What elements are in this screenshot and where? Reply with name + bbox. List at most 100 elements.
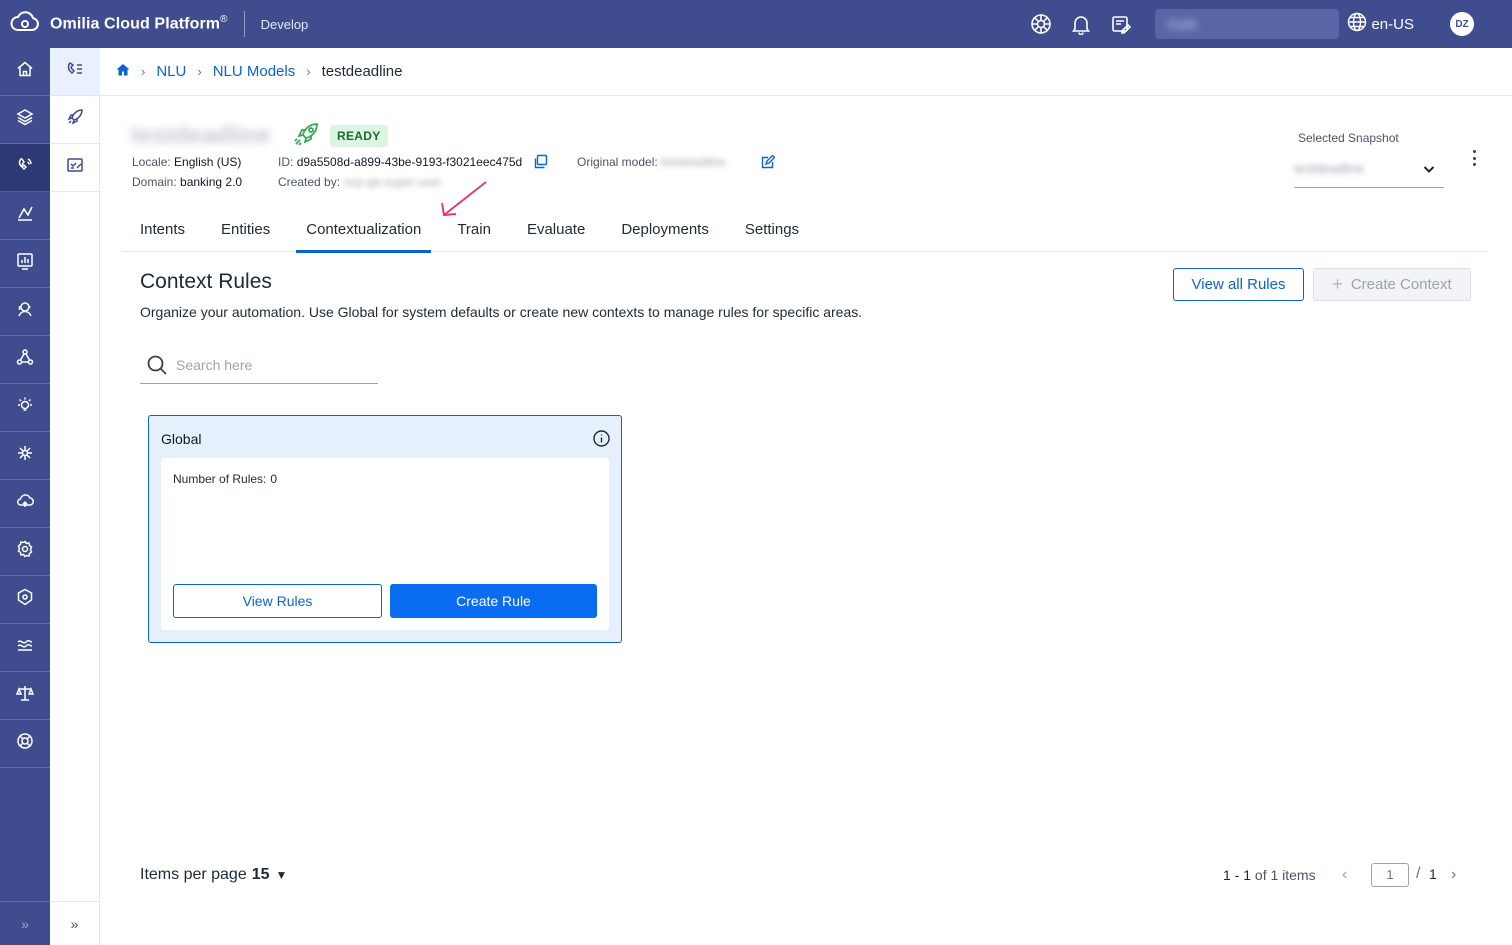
secondary-nav: »: [50, 48, 100, 945]
snapshot-select[interactable]: testdeadline: [1294, 150, 1444, 188]
tab-settings[interactable]: Settings: [727, 206, 817, 252]
nav-security[interactable]: [0, 576, 50, 624]
original-model-value: testdeadline: [661, 155, 726, 169]
home-icon[interactable]: [116, 63, 130, 81]
plus-icon: +: [1332, 274, 1343, 294]
model-title: testdeadline: [131, 122, 272, 149]
nav-ai[interactable]: [0, 432, 50, 480]
nav-home[interactable]: [0, 48, 50, 96]
more-options-icon[interactable]: [1466, 148, 1482, 168]
info-icon[interactable]: [593, 430, 610, 452]
page-separator: /: [1416, 865, 1421, 882]
search-icon: [147, 355, 167, 375]
model-id-info: ID: d9a5508d-a899-43be-9193-f3021eec475d: [278, 155, 523, 169]
bell-icon[interactable]: [1061, 0, 1101, 48]
created-by-info: Created by: ocp-qa-super-user: [278, 175, 442, 189]
security-icon: [16, 588, 34, 611]
original-model-info: Original model: testdeadline: [577, 155, 726, 169]
avatar[interactable]: DZ: [1450, 12, 1474, 36]
topbar-actions: Rafik en-US DZ: [1021, 0, 1512, 48]
settings-icon: [16, 540, 34, 563]
card-title: Global: [161, 431, 202, 447]
theme-icon[interactable]: [1021, 0, 1061, 48]
tab-entities[interactable]: Entities: [203, 206, 288, 252]
caret-down-icon: ▼: [275, 868, 288, 882]
agent-icon: [16, 300, 34, 323]
chevron-left-icon[interactable]: ‹: [1342, 866, 1347, 884]
layers-icon: [16, 108, 34, 131]
expand-nav-button[interactable]: »: [0, 901, 50, 945]
tab-train[interactable]: Train: [439, 206, 509, 252]
top-bar: Omilia Cloud Platform® Develop Rafik en-…: [0, 0, 1512, 48]
nav-cloud[interactable]: [0, 480, 50, 528]
nav-agent[interactable]: [0, 288, 50, 336]
environment-label[interactable]: Develop: [261, 17, 309, 32]
nav-layers[interactable]: [0, 96, 50, 144]
items-per-page-value: 15: [251, 866, 270, 883]
topbar-divider: [243, 11, 245, 37]
tab-bar: Intents Entities Contextualization Train…: [122, 206, 1488, 253]
flow-icon: [16, 636, 34, 659]
total-pages: 1: [1429, 866, 1437, 882]
tab-intents[interactable]: Intents: [122, 206, 203, 252]
subnav-checklist[interactable]: [50, 144, 100, 192]
page-title: Context Rules: [140, 270, 272, 293]
checklist-icon: [66, 156, 84, 179]
domain-value: banking 2.0: [180, 175, 243, 189]
breadcrumb-current: testdeadline: [321, 63, 403, 80]
idea-icon: [16, 396, 34, 419]
user-field[interactable]: Rafik: [1155, 9, 1340, 39]
breadcrumb: › NLU › NLU Models › testdeadline: [100, 48, 1512, 96]
breadcrumb-nlu[interactable]: NLU: [156, 63, 186, 80]
globe-icon: [1347, 12, 1371, 36]
brand[interactable]: Omilia Cloud Platform®: [0, 0, 228, 48]
nav-analytics[interactable]: [0, 192, 50, 240]
language-selector[interactable]: en-US: [1347, 12, 1414, 36]
nav-support[interactable]: [0, 720, 50, 768]
tab-contextualization[interactable]: Contextualization: [288, 206, 439, 253]
cloud-logo-icon: [10, 10, 40, 38]
nav-ideas[interactable]: [0, 384, 50, 432]
snapshot-label: Selected Snapshot: [1298, 131, 1399, 145]
search-input[interactable]: [176, 356, 366, 373]
support-icon: [16, 732, 34, 755]
page-description: Organize your automation. Use Global for…: [140, 304, 863, 320]
view-all-rules-button[interactable]: View all Rules: [1173, 268, 1304, 301]
language-label: en-US: [1371, 15, 1414, 33]
page-input[interactable]: 1: [1371, 863, 1409, 887]
chevron-right-icon: ›: [306, 64, 311, 79]
chevron-right-icon: ›: [197, 64, 202, 79]
analytics-icon: [16, 204, 34, 227]
copy-icon[interactable]: [533, 154, 548, 174]
subnav-models[interactable]: [50, 48, 100, 96]
nav-network[interactable]: [0, 336, 50, 384]
home-icon: [16, 60, 34, 83]
items-per-page[interactable]: Items per page 15 ▼: [140, 866, 287, 884]
tab-evaluate[interactable]: Evaluate: [509, 206, 603, 252]
nlu-icon: [16, 156, 34, 179]
models-icon: [66, 60, 84, 83]
balance-icon: [15, 684, 35, 707]
card-body: Number of Rules: 0 View Rules Create Rule: [161, 458, 609, 630]
nav-settings[interactable]: [0, 528, 50, 576]
chevron-down-icon: [1423, 165, 1435, 173]
nav-flow[interactable]: [0, 624, 50, 672]
context-card-global: Global Number of Rules: 0 View Rules Crea…: [148, 415, 622, 643]
subnav-deploy[interactable]: [50, 96, 100, 144]
network-icon: [16, 348, 34, 371]
nav-balance[interactable]: [0, 672, 50, 720]
snapshot-value: testdeadline: [1294, 161, 1365, 176]
primary-nav: »: [0, 48, 50, 945]
expand-subnav-button[interactable]: »: [50, 901, 99, 945]
edit-icon[interactable]: [760, 154, 776, 175]
breadcrumb-nlu-models[interactable]: NLU Models: [213, 63, 296, 80]
chevron-right-icon[interactable]: ›: [1451, 866, 1456, 884]
create-rule-button[interactable]: Create Rule: [390, 584, 597, 618]
nav-monitor[interactable]: [0, 240, 50, 288]
view-rules-button[interactable]: View Rules: [173, 584, 382, 618]
notes-icon[interactable]: [1101, 0, 1141, 48]
create-context-button[interactable]: + Create Context: [1313, 268, 1471, 301]
tab-deployments[interactable]: Deployments: [603, 206, 727, 252]
nav-nlu[interactable]: [0, 144, 50, 192]
locale-info: Locale: English (US): [132, 155, 242, 169]
